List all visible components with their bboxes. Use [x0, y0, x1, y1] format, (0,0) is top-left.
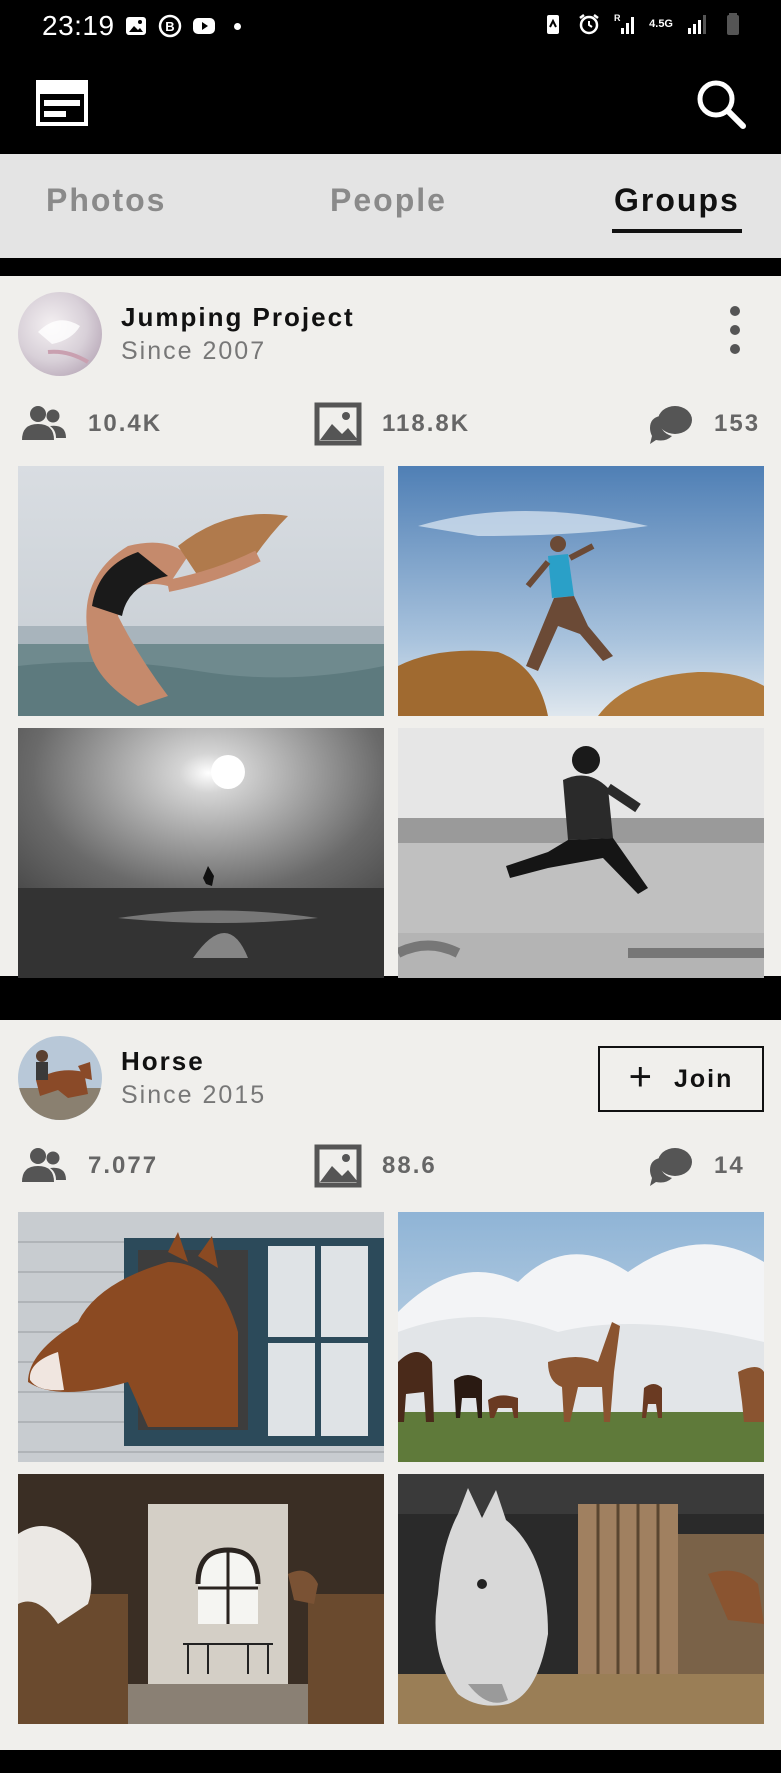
- active-tab-indicator: [612, 229, 742, 233]
- battery-saver-icon: [547, 15, 560, 34]
- group-stats: 7.077 88.6 14: [0, 1142, 781, 1190]
- group-stats: 10.4K 118.8K 153: [0, 400, 781, 448]
- svg-text:B: B: [165, 19, 174, 34]
- notification-icons: B: [124, 14, 241, 38]
- comments-stat: 153: [646, 400, 760, 448]
- plus-icon: +: [628, 1055, 652, 1099]
- gallery-notification-icon: [126, 17, 146, 35]
- tab-people[interactable]: People: [330, 182, 447, 219]
- group-photo-thumbnail[interactable]: [18, 1212, 384, 1462]
- signal-icon: [688, 15, 706, 34]
- group-photo-thumbnail[interactable]: [18, 728, 384, 978]
- group-since: Since 2007: [121, 337, 267, 365]
- members-stat: 7.077: [20, 1142, 158, 1190]
- battery-icon: [727, 13, 739, 35]
- group-card[interactable]: Horse Since 2015 + Join 7.077 88.6 14: [0, 1020, 781, 1750]
- image-icon: [314, 1144, 362, 1188]
- group-photo-thumbnail[interactable]: [398, 1474, 764, 1724]
- signal-roaming-icon: R: [614, 13, 635, 34]
- status-bar: 23:19 B R 4.5G: [0, 0, 781, 56]
- youtube-notification-icon: [193, 18, 215, 34]
- comments-icon: [650, 406, 692, 444]
- photos-count: 88.6: [382, 1152, 437, 1179]
- photos-stat: 118.8K: [314, 400, 470, 448]
- members-count: 10.4K: [88, 410, 163, 437]
- tab-groups[interactable]: Groups: [614, 182, 740, 219]
- group-since: Since 2015: [121, 1081, 267, 1109]
- members-stat: 10.4K: [20, 400, 162, 448]
- network-type: 4.5G: [649, 17, 673, 30]
- join-label: Join: [673, 1064, 734, 1093]
- image-icon: [314, 402, 362, 446]
- group-avatar[interactable]: [18, 292, 102, 376]
- status-time: 23:19: [42, 10, 115, 41]
- comments-count: 14: [714, 1152, 745, 1179]
- group-photo-thumbnail[interactable]: [398, 466, 764, 716]
- people-icon: [22, 1148, 66, 1182]
- menu-panel-icon[interactable]: [36, 80, 88, 126]
- alarm-icon: [579, 14, 599, 35]
- comments-icon: [650, 1148, 692, 1186]
- tab-bar: Photos People Groups: [0, 154, 781, 258]
- app-bar: [0, 56, 781, 154]
- people-icon: [22, 406, 66, 440]
- photos-count: 118.8K: [382, 410, 471, 437]
- b-notification-icon: B: [158, 14, 182, 38]
- comments-stat: 14: [646, 1142, 745, 1190]
- members-count: 7.077: [88, 1152, 159, 1179]
- photos-stat: 88.6: [314, 1142, 437, 1190]
- group-photo-thumbnail[interactable]: [18, 1474, 384, 1724]
- group-name[interactable]: Horse: [121, 1046, 205, 1077]
- more-options-icon[interactable]: [725, 306, 745, 354]
- group-name[interactable]: Jumping Project: [121, 302, 355, 333]
- group-card[interactable]: Jumping Project Since 2007 10.4K 118.8K …: [0, 276, 781, 978]
- tab-photos[interactable]: Photos: [46, 182, 166, 219]
- group-avatar[interactable]: [18, 1036, 102, 1120]
- search-icon[interactable]: [695, 78, 747, 130]
- comments-count: 153: [714, 410, 761, 437]
- svg-text:R: R: [614, 13, 621, 23]
- system-icons: R 4.5G: [541, 12, 745, 36]
- group-photo-thumbnail[interactable]: [398, 1212, 764, 1462]
- join-button[interactable]: + Join: [598, 1046, 764, 1112]
- more-notifications-dot: [234, 22, 241, 30]
- group-photo-thumbnail[interactable]: [398, 728, 764, 978]
- group-photo-thumbnail[interactable]: [18, 466, 384, 716]
